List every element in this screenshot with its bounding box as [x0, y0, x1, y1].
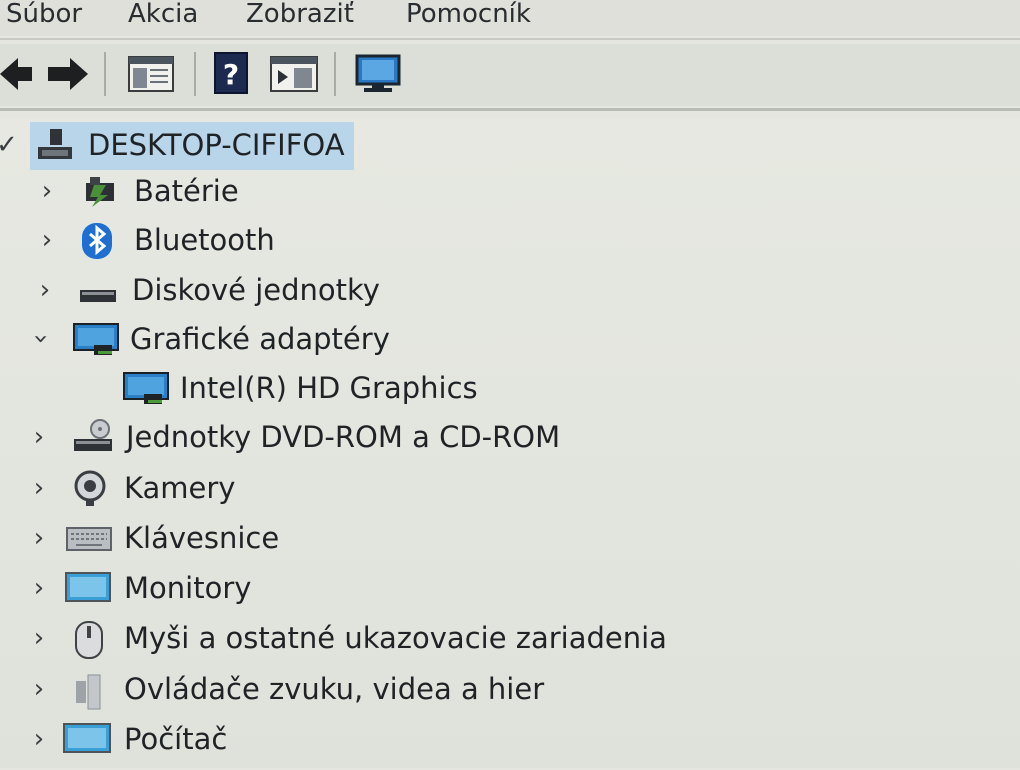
node-label: Batérie	[134, 174, 239, 208]
forward-arrow-icon	[48, 58, 88, 90]
tree-child-intel-hd-graphics[interactable]: Intel(R) HD Graphics	[0, 365, 520, 411]
node-label: Klávesnice	[124, 521, 280, 555]
node-label: Počítač	[124, 722, 228, 756]
collapsed-chevron-icon[interactable]: ›	[26, 716, 52, 762]
toolbar-separator-line	[0, 108, 1020, 111]
toolbar: ?	[0, 44, 1020, 106]
collapsed-chevron-icon[interactable]: ›	[26, 565, 52, 611]
console-tree-icon	[128, 56, 174, 92]
menu-separator	[0, 38, 1020, 40]
node-label: Monitory	[124, 571, 252, 605]
menu-action[interactable]: Akcia	[128, 0, 198, 32]
menu-help[interactable]: Pomocník	[406, 0, 531, 32]
collapsed-chevron-icon[interactable]: ›	[32, 267, 58, 313]
tree-node-disk-drives[interactable]: › Diskové jednotky	[0, 267, 460, 313]
expanded-chevron-icon[interactable]: ✓	[0, 122, 20, 168]
toolbar-separator	[104, 52, 106, 96]
tree-node-bluetooth[interactable]: › Bluetooth	[0, 217, 400, 263]
dvd-drive-icon	[70, 419, 116, 470]
battery-icon	[78, 173, 122, 222]
back-arrow-icon	[0, 58, 32, 90]
node-label: Diskové jednotky	[132, 273, 380, 307]
tree-node-dvd-drives[interactable]: › Jednotky DVD-ROM a CD-ROM	[0, 414, 620, 460]
collapsed-chevron-icon[interactable]: ›	[34, 217, 60, 263]
tree-node-cameras[interactable]: › Kamery	[0, 465, 400, 511]
tree-root[interactable]: ✓ DESKTOP-CIFIFOA	[0, 122, 360, 168]
root-label: DESKTOP-CIFIFOA	[88, 128, 345, 162]
collapsed-chevron-icon[interactable]: ›	[26, 414, 52, 460]
node-label: Bluetooth	[134, 223, 275, 257]
scan-hardware-button[interactable]	[354, 54, 402, 98]
tree-node-display-adapters[interactable]: › Grafické adaptéry	[0, 316, 460, 362]
collapsed-chevron-icon[interactable]: ›	[34, 168, 60, 214]
expanded-chevron-icon[interactable]: ›	[18, 326, 64, 352]
node-label: Ovládače zvuku, videa a hier	[124, 672, 545, 706]
tree-node-monitors[interactable]: › Monitory	[0, 565, 400, 611]
keyboard-icon	[66, 520, 112, 569]
computer-icon	[62, 721, 112, 770]
monitor-scan-icon	[355, 54, 401, 92]
toolbar-separator	[334, 52, 336, 96]
forward-button[interactable]	[46, 56, 90, 96]
node-label: Kamery	[124, 471, 236, 505]
menu-bar: Súbor Akcia Zobraziť Pomocník	[0, 0, 1020, 36]
monitor-icon	[64, 570, 112, 619]
action-pane-button[interactable]	[270, 56, 318, 96]
disk-drive-icon	[76, 272, 120, 321]
node-label: Grafické adaptéry	[130, 322, 390, 356]
tree-node-computer[interactable]: › Počítač	[0, 716, 400, 762]
collapsed-chevron-icon[interactable]: ›	[26, 465, 52, 511]
tree-node-keyboards[interactable]: › Klávesnice	[0, 515, 400, 561]
bluetooth-icon	[80, 222, 114, 273]
toolbar-separator	[194, 52, 196, 96]
help-button[interactable]: ?	[214, 52, 248, 98]
help-icon: ?	[214, 52, 248, 94]
collapsed-chevron-icon[interactable]: ›	[26, 515, 52, 561]
node-label: Intel(R) HD Graphics	[180, 371, 478, 405]
menu-view[interactable]: Zobraziť	[246, 0, 354, 32]
node-label: Jednotky DVD-ROM a CD-ROM	[126, 420, 561, 454]
svg-text:?: ?	[223, 58, 239, 91]
show-console-tree-button[interactable]	[128, 56, 174, 96]
menu-file[interactable]: Súbor	[6, 0, 82, 32]
tree-node-batteries[interactable]: › Batérie	[0, 168, 400, 214]
tree-node-mice[interactable]: › Myši a ostatné ukazovacie zariadenia	[0, 615, 700, 661]
back-button[interactable]	[0, 56, 34, 96]
tree-node-sound[interactable]: › Ovládače zvuku, videa a hier	[0, 666, 600, 712]
action-pane-icon	[270, 56, 318, 92]
collapsed-chevron-icon[interactable]: ›	[26, 615, 52, 661]
collapsed-chevron-icon[interactable]: ›	[26, 666, 52, 712]
node-label: Myši a ostatné ukazovacie zariadenia	[124, 621, 667, 655]
